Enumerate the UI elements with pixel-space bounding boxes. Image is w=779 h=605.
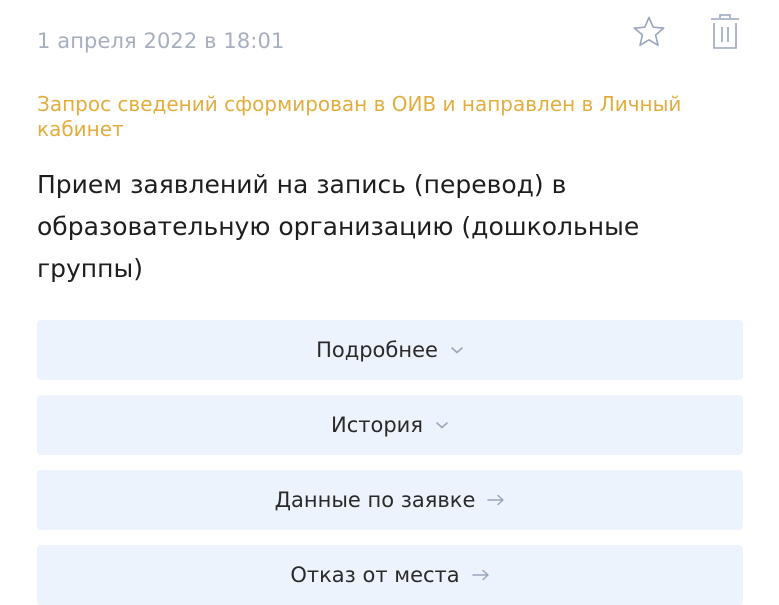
trash-icon [711, 14, 739, 49]
chevron-down-icon [435, 420, 449, 430]
details-button[interactable]: Подробнее [37, 320, 743, 380]
delete-button[interactable] [705, 12, 745, 52]
details-label: Подробнее [316, 338, 438, 362]
decline-place-button[interactable]: Отказ от места [37, 545, 743, 605]
application-date: 1 апреля 2022 в 18:01 [37, 29, 285, 53]
application-card: 1 апреля 2022 в 18:01 Запрос сведений сф… [0, 0, 779, 605]
status-text: Запрос сведений сформирован в ОИВ и напр… [37, 92, 682, 141]
arrow-right-icon [471, 569, 490, 581]
star-icon [633, 16, 665, 47]
application-data-button[interactable]: Данные по заявке [37, 470, 743, 530]
card-header: 1 апреля 2022 в 18:01 [37, 14, 747, 74]
service-title: Прием заявлений на запись (перевод) в об… [37, 170, 640, 283]
history-button[interactable]: История [37, 395, 743, 455]
application-data-label: Данные по заявке [274, 488, 476, 512]
chevron-down-icon [450, 345, 464, 355]
history-label: История [331, 413, 423, 437]
arrow-right-icon [487, 494, 505, 506]
favorite-button[interactable] [629, 12, 669, 52]
decline-place-label: Отказ от места [290, 563, 460, 587]
